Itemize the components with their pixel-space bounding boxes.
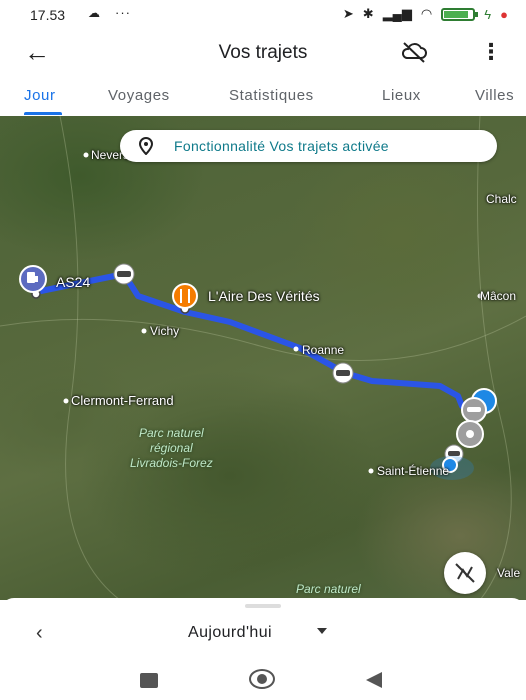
- page-title: Vos trajets: [218, 42, 308, 63]
- city-label-saint-etienne: Saint-Étienne: [377, 464, 450, 478]
- more-vert-icon[interactable]: ⋮: [480, 39, 502, 65]
- city-label-chalon: Chalc: [486, 192, 517, 206]
- chevron-left-icon[interactable]: ‹: [36, 622, 43, 645]
- wifi-icon: ◠: [420, 6, 433, 21]
- location-cluster-marker: [456, 388, 497, 448]
- app-bar: ← Vos trajets ⋮: [0, 30, 526, 76]
- location-arrow-icon: ➤: [342, 6, 354, 21]
- park-label-livradois: Parc naturel régional Livradois-Forez: [130, 426, 213, 471]
- timeline-enabled-banner[interactable]: Fonctionnalité Vos trajets activée: [120, 130, 497, 162]
- date-selector[interactable]: Aujourd'hui: [188, 624, 272, 642]
- city-dot: [293, 346, 299, 352]
- map-view[interactable]: Nevers Chalc Mâcon Vichy Roanne Clermont…: [0, 116, 526, 600]
- back-icon[interactable]: [366, 672, 382, 688]
- restaurant-marker: [172, 283, 198, 309]
- tab-voyages[interactable]: Voyages: [108, 87, 170, 104]
- city-label-clermont: Clermont-Ferrand: [71, 393, 174, 408]
- battery-icon: [441, 7, 479, 21]
- status-icons: ➤ ✱ ▂▄▆ ◠ ϟ ●: [343, 6, 508, 22]
- tab-lieux[interactable]: Lieux: [382, 87, 421, 104]
- city-dot: [141, 328, 147, 334]
- sheet-drag-handle[interactable]: [245, 604, 281, 608]
- tab-jour[interactable]: Jour: [24, 87, 56, 104]
- city-label-vichy: Vichy: [150, 324, 180, 338]
- status-dot-icon: ●: [500, 6, 508, 22]
- city-label-vale: Vale: [497, 566, 521, 580]
- park-label-line: Parc naturel: [139, 426, 204, 440]
- recents-icon[interactable]: [140, 673, 158, 688]
- date-bottom-sheet[interactable]: ‹ Aujourd'hui: [0, 598, 526, 660]
- home-icon[interactable]: [249, 669, 275, 689]
- cloud-icon: ☁: [88, 6, 100, 20]
- bluetooth-icon: ✱: [362, 6, 374, 21]
- signal-icon: ▂▄▆: [382, 6, 412, 21]
- city-dot: [368, 468, 374, 474]
- park-label-line: Livradois-Forez: [130, 456, 213, 470]
- status-bar: 17.53 ☁ ··· ➤ ✱ ▂▄▆ ◠ ϟ ●: [0, 0, 526, 30]
- car-marker: [332, 362, 354, 384]
- car-marker: [113, 263, 135, 285]
- route-layer: [0, 116, 526, 600]
- banner-text: Fonctionnalité Vos trajets activée: [174, 138, 389, 154]
- tab-statistiques[interactable]: Statistiques: [229, 87, 314, 104]
- city-label-macon: Mâcon: [480, 289, 517, 303]
- active-tab-indicator: [24, 112, 62, 115]
- poi-label-as24[interactable]: AS24: [56, 274, 90, 290]
- status-overflow: ···: [115, 5, 131, 20]
- tab-villes[interactable]: Villes: [475, 87, 514, 104]
- dropdown-caret-icon[interactable]: [317, 628, 327, 634]
- city-label-roanne: Roanne: [302, 343, 345, 357]
- system-nav-bar: [0, 660, 526, 700]
- fuel-station-marker: [19, 265, 47, 293]
- poi-label-aire-des-verites[interactable]: L'Aire Des Vérités: [208, 288, 320, 304]
- park-label-line: régional: [150, 441, 193, 455]
- status-time: 17.53: [30, 7, 66, 23]
- charging-icon: ϟ: [484, 6, 492, 22]
- cloud-off-icon[interactable]: [400, 40, 428, 69]
- city-dot: [63, 398, 69, 404]
- park-label-south: Parc naturel: [296, 582, 361, 596]
- tab-bar: Jour Voyages Statistiques Lieux Villes: [0, 76, 526, 116]
- city-dot: [83, 152, 89, 158]
- hide-route-button[interactable]: [444, 552, 486, 594]
